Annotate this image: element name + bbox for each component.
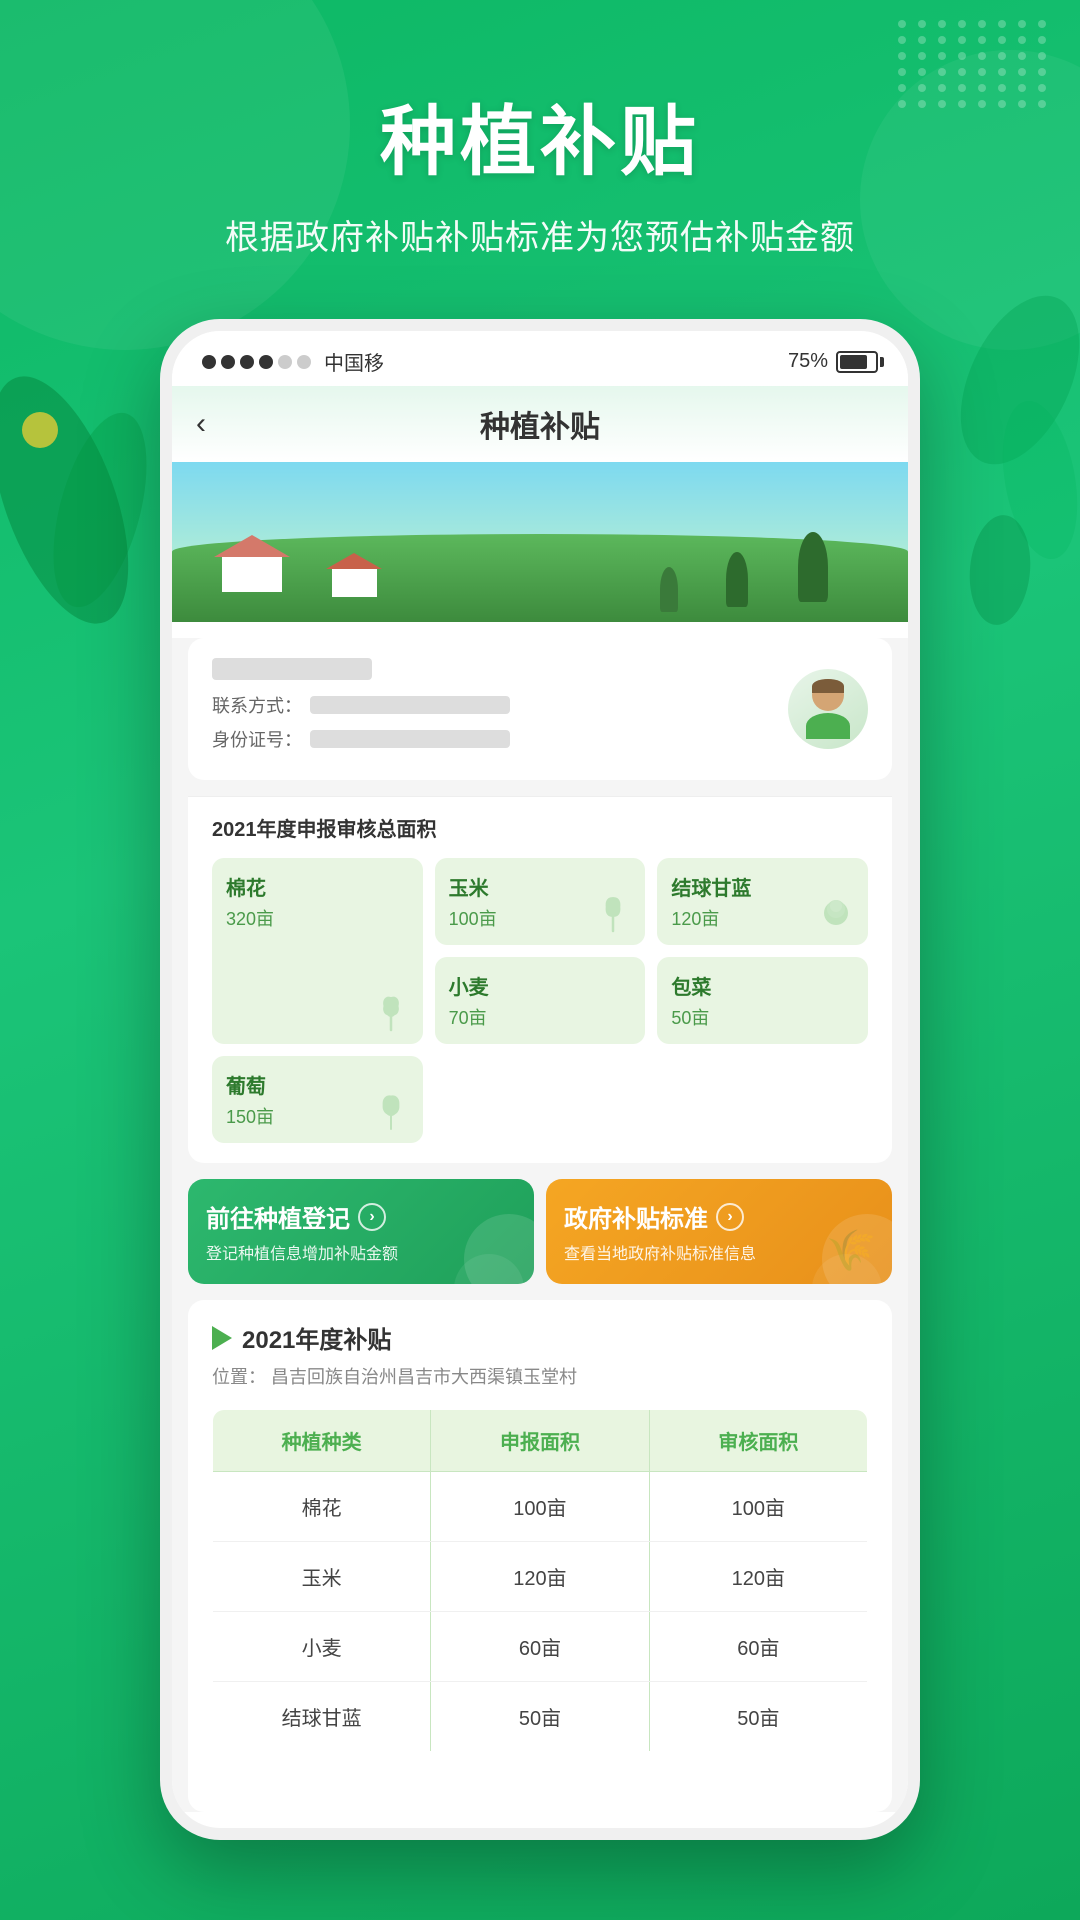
app-content: 联系方式： 身份证号： [172,638,908,1812]
hero-field [172,462,908,622]
crop-icon-grape [369,1089,413,1133]
crop-card-corn: 玉米 100亩 [435,858,646,945]
crop-area-brassica: 50亩 [671,1004,854,1030]
row-reviewed-1: 100亩 [649,1472,867,1542]
row-crop-1: 棉花 [213,1472,431,1542]
row-crop-3: 小麦 [213,1612,431,1682]
crop-name-wheat: 小麦 [449,971,632,1000]
page-content: 种植补贴 根据政府补贴补贴标准为您预估补贴金额 中国移 75% [0,0,1080,1920]
page-title: 种植补贴 [380,80,700,190]
id-label: 身份证号： [212,726,302,752]
hero-tree [798,532,828,602]
area-section-title: 2021年度申报审核总面积 [212,813,868,842]
table-header-declared: 申报面积 [431,1410,649,1472]
status-right: 75% [788,350,878,373]
subsidy-section: 2021年度补贴 位置： 昌吉回族自治州昌吉市大西渠镇玉堂村 种植种类 申报面积… [188,1300,892,1812]
crop-name-brassica: 包菜 [671,971,854,1000]
row-crop-2: 玉米 [213,1542,431,1612]
signal-dot-3 [240,355,254,369]
battery-fill [840,355,867,369]
table-row: 棉花 100亩 100亩 [213,1472,868,1542]
crop-area-wheat: 70亩 [449,1004,632,1030]
battery-icon [836,351,878,373]
id-field: 身份证号： [212,726,788,752]
table-header-crop: 种植种类 [213,1410,431,1472]
subsidy-year-title: 2021年度补贴 [242,1320,391,1355]
crop-card-cotton: 棉花 320亩 [212,858,423,1044]
action-buttons: 前往种植登记 › 登记种植信息增加补贴金额 政府补贴标准 › 查看当地政府补贴标… [188,1179,892,1284]
status-bar: 中国移 75% [172,331,908,386]
planting-register-button[interactable]: 前往种植登记 › 登记种植信息增加补贴金额 [188,1179,534,1284]
hero-banner [172,462,908,622]
crop-name-cotton: 棉花 [226,872,409,901]
battery-percentage: 75% [788,350,828,373]
arrow-circle-icon: › [358,1203,386,1231]
subsidy-table: 种植种类 申报面积 审核面积 棉花 100亩 100亩 玉米 [212,1409,868,1752]
row-declared-1: 100亩 [431,1472,649,1542]
planting-register-title: 前往种植登记 › [206,1199,516,1234]
page-subtitle: 根据政府补贴补贴标准为您预估补贴金额 [225,210,855,259]
crop-icon-corn [591,891,635,935]
avatar-hair [812,679,844,693]
signal-indicators: 中国移 [202,347,384,376]
arrow-circle-icon-2: › [716,1203,744,1231]
hero-house [222,542,282,592]
user-info: 联系方式： 身份证号： [212,658,788,760]
row-declared-4: 50亩 [431,1682,649,1752]
app-navbar: ‹ 种植补贴 [172,386,908,462]
row-reviewed-3: 60亩 [649,1612,867,1682]
contact-label: 联系方式： [212,692,302,718]
avatar-head [812,679,844,711]
row-reviewed-4: 50亩 [649,1682,867,1752]
row-reviewed-2: 120亩 [649,1542,867,1612]
subsidy-standard-button[interactable]: 政府补贴标准 › 查看当地政府补贴标准信息 🌾 [546,1179,892,1284]
table-row: 小麦 60亩 60亩 [213,1612,868,1682]
row-declared-3: 60亩 [431,1612,649,1682]
subsidy-header: 2021年度补贴 [212,1320,868,1355]
row-declared-2: 120亩 [431,1542,649,1612]
subsidy-location: 位置： 昌吉回族自治州昌吉市大西渠镇玉堂村 [212,1363,868,1389]
user-card: 联系方式： 身份证号： [188,638,892,780]
table-header-reviewed: 审核面积 [649,1410,867,1472]
avatar-figure [798,679,858,739]
bottom-padding [212,1752,868,1792]
crop-area-cotton: 320亩 [226,905,409,931]
carrier-name: 中国移 [324,347,384,376]
crop-card-wheat: 小麦 70亩 [435,957,646,1044]
crop-icon-cabbage [814,891,858,935]
crop-card-grape: 葡萄 150亩 [212,1056,423,1143]
row-crop-4: 结球甘蓝 [213,1682,431,1752]
signal-dot-2 [221,355,235,369]
crop-grid: 棉花 320亩 [212,858,868,1143]
avatar-body [806,713,850,739]
crop-card-cabbage: 结球甘蓝 120亩 [657,858,868,945]
back-button[interactable]: ‹ [196,407,206,441]
contact-field: 联系方式： [212,692,788,718]
table-row: 结球甘蓝 50亩 50亩 [213,1682,868,1752]
crop-icon-cotton [369,990,413,1034]
signal-dot-1 [202,355,216,369]
triangle-icon [212,1326,232,1350]
user-name-blur [212,658,372,680]
crop-card-brassica: 包菜 50亩 [657,957,868,1044]
user-avatar [788,669,868,749]
location-value: 昌吉回族自治州昌吉市大西渠镇玉堂村 [271,1367,577,1387]
signal-dot-6 [297,355,311,369]
id-blur [310,730,510,748]
phone-mockup: 中国移 75% ‹ 种植补贴 [160,319,920,1840]
wheat-decoration: 🌾 [826,1227,876,1274]
location-label: 位置： [212,1367,266,1387]
signal-dot-5 [278,355,292,369]
subsidy-table-body: 棉花 100亩 100亩 玉米 120亩 120亩 小麦 60亩 60亩 [213,1472,868,1752]
navbar-title: 种植补贴 [480,402,600,446]
table-row: 玉米 120亩 120亩 [213,1542,868,1612]
contact-blur [310,696,510,714]
signal-dot-4 [259,355,273,369]
area-section: 2021年度申报审核总面积 棉花 320亩 [188,797,892,1163]
